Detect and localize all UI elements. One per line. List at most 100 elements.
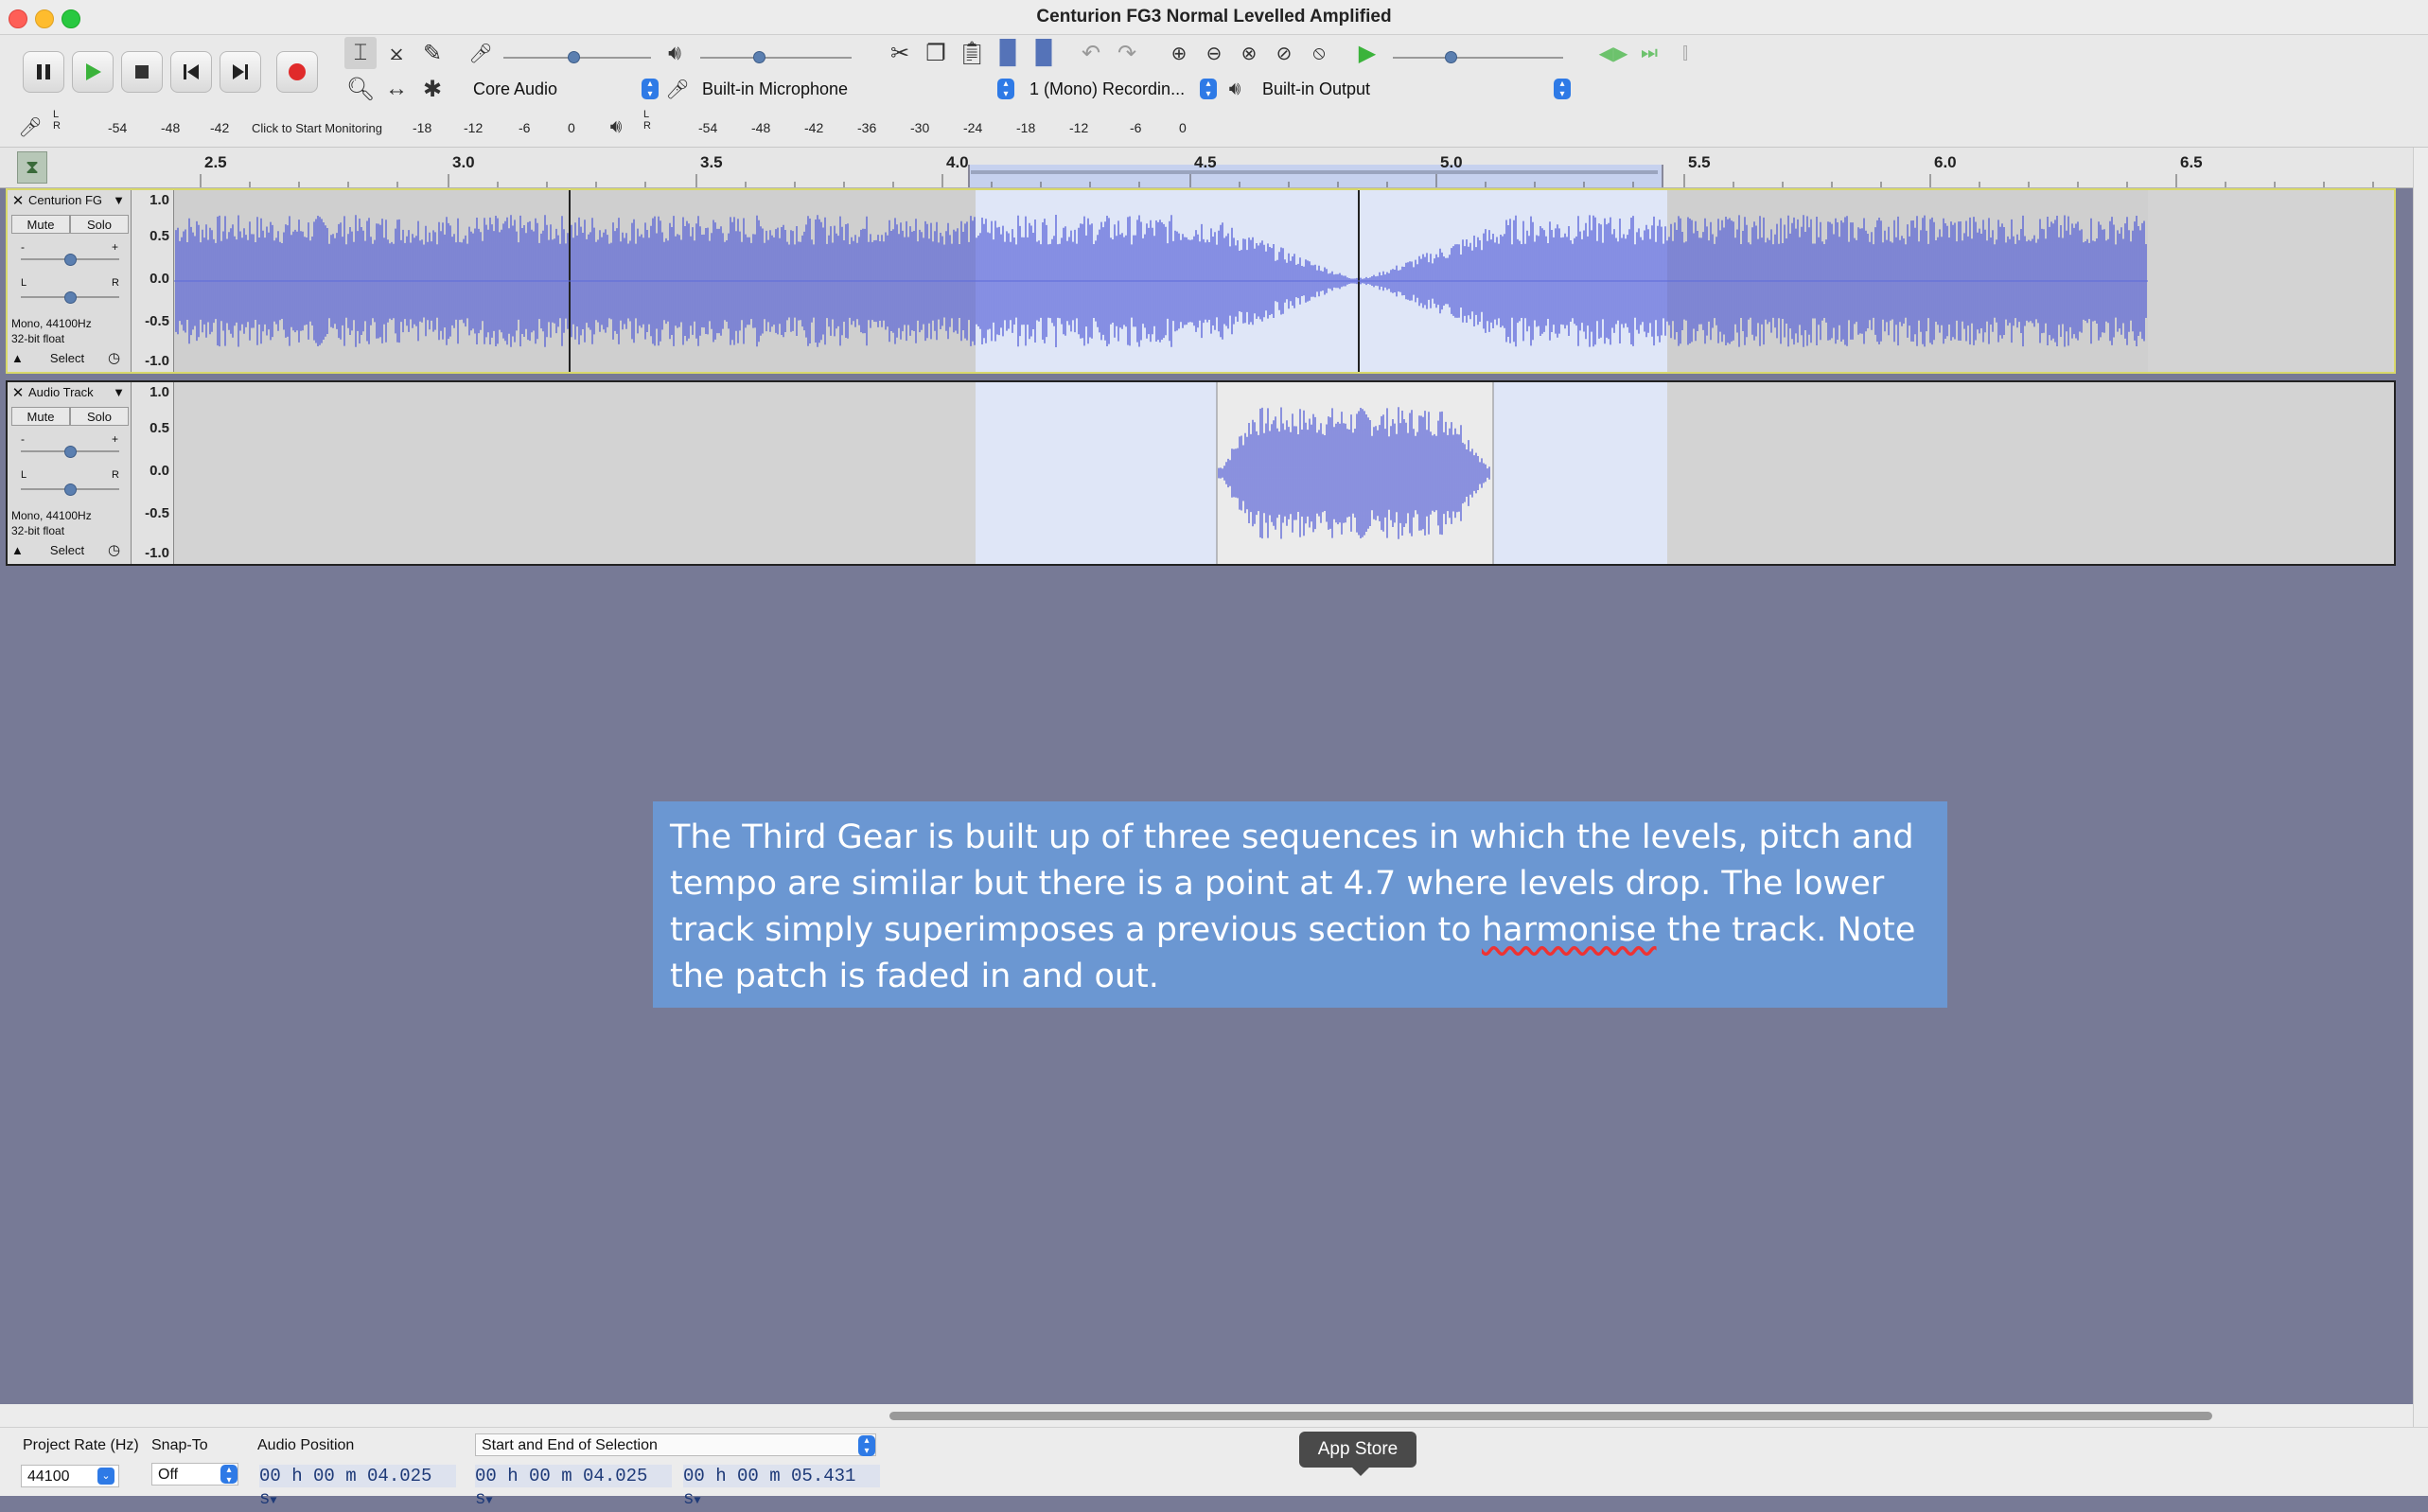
meter-tick: 0 [568,120,575,135]
track-name-menu[interactable]: Audio Track ▼ [28,383,127,402]
audio-position-time[interactable]: 00 h 00 m 04.025 s▼ [259,1465,456,1509]
meter-tick: -18 [1016,120,1036,135]
solo-button[interactable]: Solo [70,407,129,426]
meter-tick: -54 [108,120,128,135]
close-track-button[interactable]: ✕ [9,384,26,401]
record-meter-mic-icon[interactable]: 🎤︎ [18,113,42,141]
mute-button[interactable]: Mute [11,215,70,234]
scale-label: 1.0 [150,384,169,400]
track-1-waveform[interactable] [174,190,2392,372]
track-name-menu[interactable]: Centurion FG ▼ [28,191,127,210]
select-track-button[interactable]: Select [34,351,100,365]
zoom-tool[interactable]: 🔍︎ [344,73,377,105]
track-1-waveform-area[interactable] [174,190,2394,372]
playback-speed-slider[interactable] [1393,57,1563,59]
skip-to-start-button[interactable] [170,51,212,93]
pause-button[interactable] [23,51,64,93]
draw-tool[interactable]: ✎ [416,37,449,69]
time-shift-tool[interactable]: ↔ [380,73,413,105]
track-2-waveform-area[interactable] [174,382,2394,564]
fit-selection-button[interactable]: ⊗ [1233,37,1265,69]
collapse-track-button[interactable]: ▲ [11,351,28,365]
gain-minus-label: - [21,432,25,446]
record-meter[interactable]: -54 -48 -42 Click to Start Monitoring -1… [66,114,577,141]
gain-plus-label: + [112,432,119,446]
vertical-scrollbar[interactable] [2413,148,2428,1427]
meter-tick: -30 [910,120,930,135]
sync-lock-icon[interactable]: ◷ [108,349,120,366]
channels-select[interactable]: 1 (Mono) Recordin... ▴ ▾ [1029,78,1217,100]
trim-button[interactable]: ▐▌ [992,37,1024,69]
playback-speed-knob[interactable] [1445,51,1457,63]
play-meter-speaker-icon[interactable]: 🔊︎ [604,113,628,141]
solo-button[interactable]: Solo [70,215,129,234]
snap-to-select[interactable]: Off ▴ ▾ [151,1463,238,1486]
speaker-icon: 🔊︎ [668,41,681,64]
snap-to-label: Snap-To [151,1437,208,1453]
meter-tick: -54 [698,120,718,135]
envelope-tool[interactable]: ⨲ [380,37,413,69]
seek-button[interactable]: ⏭ [1633,37,1665,69]
redo-icon: ↷ [1117,40,1137,66]
horizontal-scrollbar-thumb[interactable] [889,1412,2212,1420]
undo-button[interactable]: ↶ [1075,37,1107,69]
sync-lock-icon[interactable]: ◷ [108,541,120,558]
mute-button[interactable]: Mute [11,407,70,426]
track-1[interactable]: ✕ Centurion FG ▼ Mute Solo - + L R Mono, … [6,188,2396,374]
playback-volume-knob[interactable] [753,51,765,63]
playback-volume-slider[interactable] [700,57,852,59]
collapse-track-button[interactable]: ▲ [11,543,28,557]
play-at-speed-button[interactable]: ▶ [1351,37,1383,69]
scrub-ruler-button[interactable]: ⫿ [1669,37,1701,69]
paste-button[interactable]: 📋︎ [956,37,988,69]
pan-slider-knob[interactable] [64,291,77,304]
record-button[interactable] [276,51,318,93]
output-device-select[interactable]: Built-in Output ▴ ▾ [1262,78,1571,100]
title-bar: Centurion FG3 Normal Levelled Amplified [0,0,2428,35]
zoom-in-button[interactable]: ⊕ [1163,37,1195,69]
selection-start-time[interactable]: 00 h 00 m 04.025 s▼ [475,1465,672,1509]
selection-mode-select[interactable]: Start and End of Selection ▴ ▾ [475,1433,876,1456]
input-device-select[interactable]: Built-in Microphone ▴ ▾ [702,78,1014,100]
playback-meter[interactable]: -54 -48 -42 -36 -30 -24 -18 -12 -6 0 [662,114,1192,141]
meter-tick: 0 [1179,120,1187,135]
timeline-ruler[interactable]: ⧗ 2.5 3.0 3.5 4.0 4.5 5.0 5.5 6.0 6.5 [0,148,2413,188]
select-track-button[interactable]: Select [34,543,100,557]
gain-slider-knob[interactable] [64,254,77,266]
record-icon [289,63,306,80]
pan-slider-knob[interactable] [64,483,77,496]
scrub-button[interactable]: ◀▶ [1597,37,1629,69]
close-track-button[interactable]: ✕ [9,192,26,209]
skip-to-end-button[interactable] [220,51,261,93]
zoom-toggle-button[interactable]: ⦸ [1303,37,1335,69]
fit-project-button[interactable]: ⊘ [1268,37,1300,69]
zoom-out-button[interactable]: ⊖ [1198,37,1230,69]
ruler-ticks [200,174,2374,187]
seek-icon: ⏭ [1641,42,1658,63]
scale-label: -0.5 [145,505,169,521]
gain-slider-knob[interactable] [64,446,77,458]
track-control-panel: ✕ Centurion FG ▼ Mute Solo - + L R Mono, … [8,190,132,372]
play-button[interactable] [72,51,114,93]
start-monitoring-hint[interactable]: Click to Start Monitoring [252,121,382,135]
close-icon: ✕ [11,385,25,401]
selection-tool[interactable]: ⌶ [344,37,377,69]
stop-button[interactable] [121,51,163,93]
cut-button[interactable]: ✂ [884,37,916,69]
updown-icon: ▴ ▾ [1554,79,1571,99]
audio-host-select[interactable]: Core Audio ▴ ▾ [473,78,659,100]
record-volume-knob[interactable] [568,51,580,63]
silence-button[interactable]: ▐▌ [1028,37,1060,69]
track-control-panel: ✕ Audio Track ▼ Mute Solo - + L R Mono, 4… [8,382,132,564]
copy-button[interactable]: ❐ [920,37,952,69]
selection-end-time[interactable]: 00 h 00 m 05.431 s▼ [683,1465,880,1509]
scissors-icon: ✂ [889,40,910,66]
multi-tool[interactable]: ✱ [416,73,449,105]
track-2-waveform[interactable] [174,382,2392,564]
meter-tick: -12 [464,120,484,135]
project-rate-select[interactable]: 44100 ⌄ [21,1465,119,1487]
track-2[interactable]: ✕ Audio Track ▼ Mute Solo - + L R Mono, 4… [6,380,2396,566]
redo-button[interactable]: ↷ [1111,37,1143,69]
i-beam-icon: ⌶ [353,40,368,65]
meter-tick: -48 [161,120,181,135]
